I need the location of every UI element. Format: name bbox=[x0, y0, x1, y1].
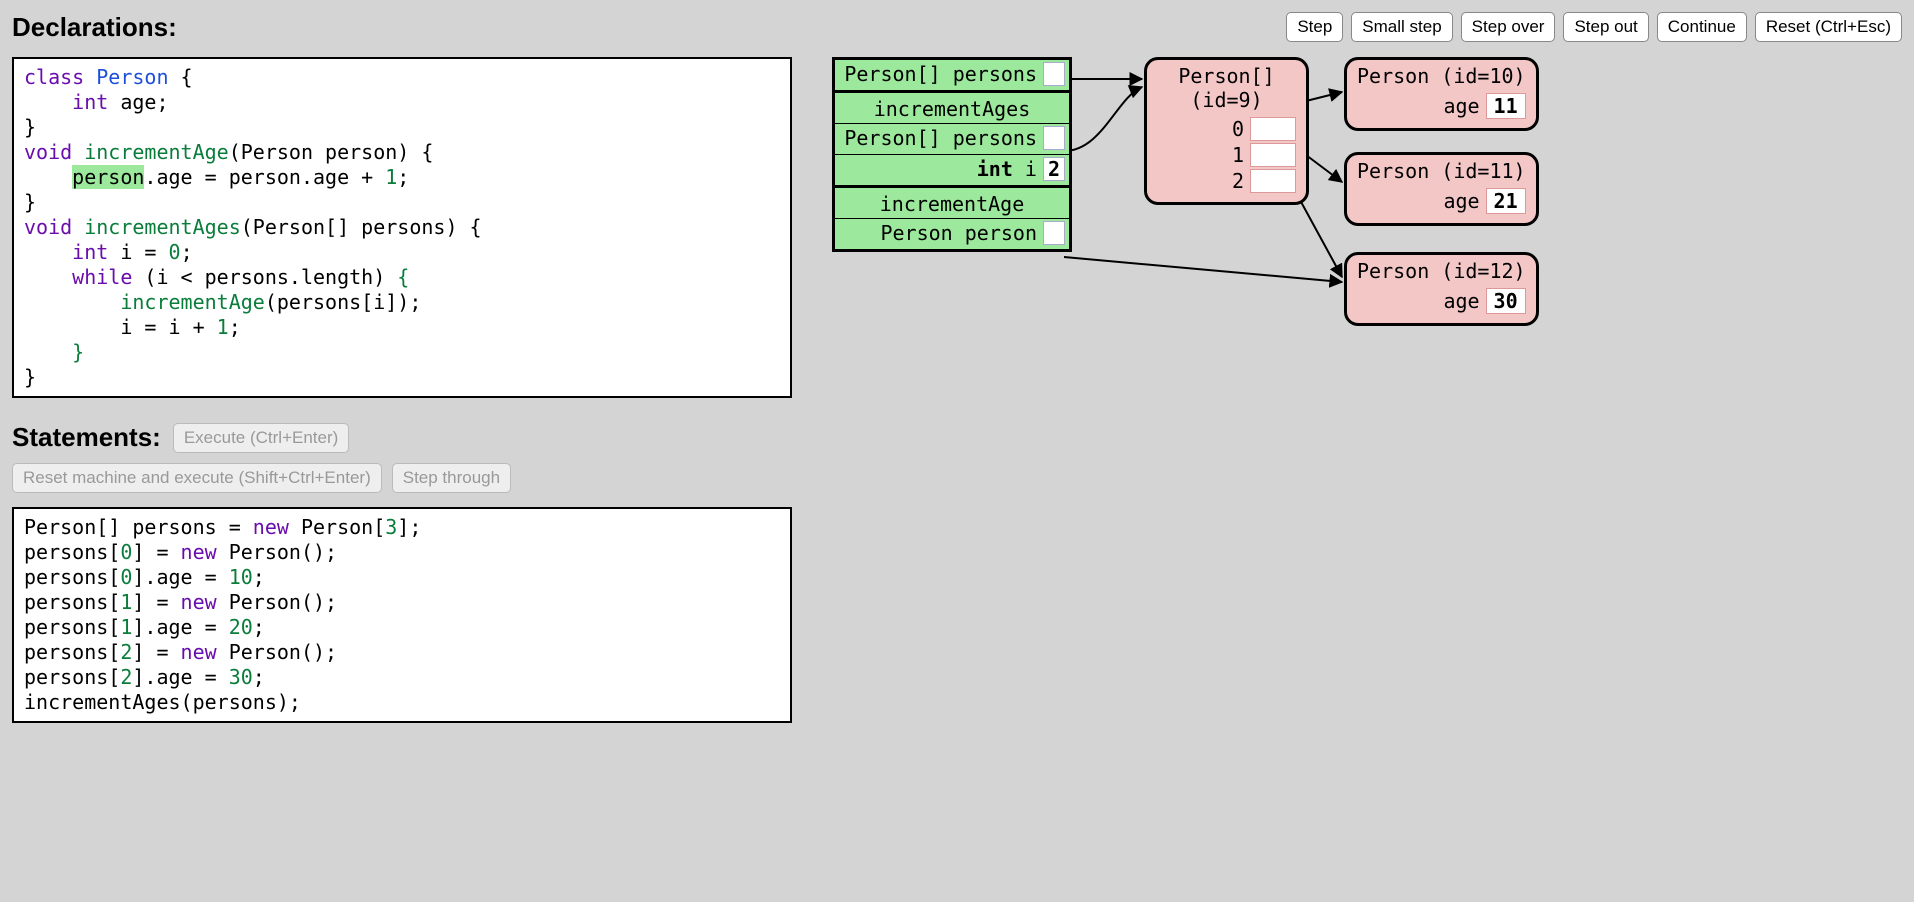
heap-person-12: Person (id=12) age30 bbox=[1344, 252, 1539, 326]
reset-button[interactable]: Reset (Ctrl+Esc) bbox=[1755, 12, 1902, 42]
step-out-button[interactable]: Step out bbox=[1563, 12, 1648, 42]
continue-button[interactable]: Continue bbox=[1657, 12, 1747, 42]
current-step-highlight: person bbox=[72, 165, 144, 189]
declarations-code[interactable]: class Person { int age; } void increment… bbox=[12, 57, 792, 398]
heap-person-11: Person (id=11) age21 bbox=[1344, 152, 1539, 226]
step-button[interactable]: Step bbox=[1286, 12, 1343, 42]
memory-visualization: Person[] persons incrementAges Person[] … bbox=[832, 57, 1572, 397]
step-through-button: Step through bbox=[392, 463, 511, 493]
execute-button: Execute (Ctrl+Enter) bbox=[173, 423, 349, 453]
var-ref-box bbox=[1043, 126, 1065, 150]
statements-code[interactable]: Person[] persons = new Person[3]; person… bbox=[12, 507, 792, 723]
var-value-i: 2 bbox=[1043, 157, 1065, 181]
var-label: Person[] persons bbox=[844, 126, 1037, 150]
declarations-title: Declarations: bbox=[12, 12, 177, 43]
step-over-button[interactable]: Step over bbox=[1461, 12, 1556, 42]
statements-title: Statements: bbox=[12, 422, 161, 453]
heap-person-10: Person (id=10) age11 bbox=[1344, 57, 1539, 131]
small-step-button[interactable]: Small step bbox=[1351, 12, 1452, 42]
stack-frame-main: Person[] persons bbox=[835, 60, 1069, 93]
var-ref-box bbox=[1043, 221, 1065, 245]
heap-array-persons: Person[] (id=9) 0 1 2 bbox=[1144, 57, 1309, 205]
debug-toolbar: Step Small step Step over Step out Conti… bbox=[1286, 12, 1902, 42]
reset-execute-button: Reset machine and execute (Shift+Ctrl+En… bbox=[12, 463, 382, 493]
stack-frame-incrementAge: incrementAge Person person bbox=[835, 188, 1069, 249]
call-stack: Person[] persons incrementAges Person[] … bbox=[832, 57, 1072, 252]
array-slot bbox=[1250, 143, 1296, 167]
array-slot bbox=[1250, 117, 1296, 141]
var-ref-box bbox=[1043, 62, 1065, 86]
var-label: Person[] persons bbox=[844, 62, 1037, 86]
array-slot bbox=[1250, 169, 1296, 193]
stack-frame-incrementAges: incrementAges Person[] persons int i 2 bbox=[835, 93, 1069, 188]
var-label: Person person bbox=[880, 221, 1037, 245]
